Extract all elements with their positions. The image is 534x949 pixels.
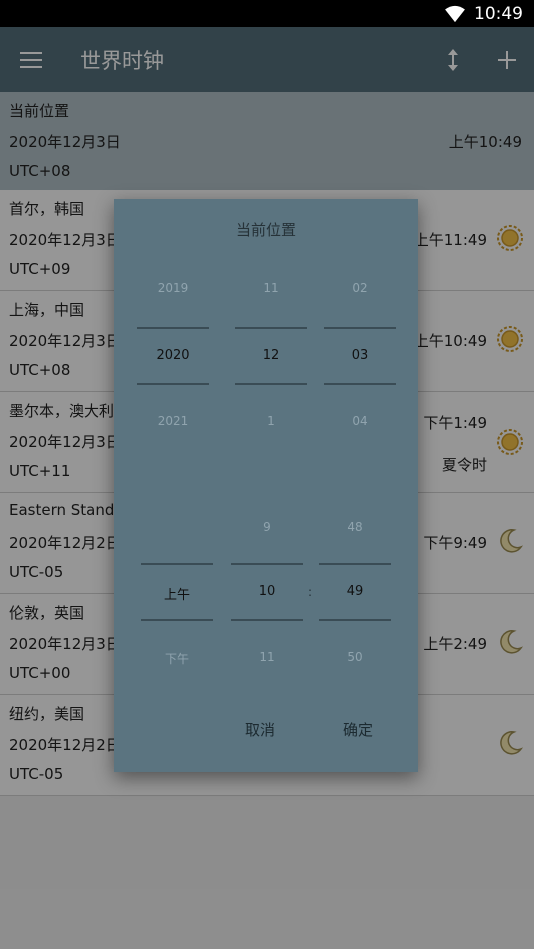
- ampm-selected: 上午: [163, 588, 190, 603]
- day-prev: 02: [352, 281, 368, 295]
- hour-next: 11: [259, 650, 275, 664]
- minute-selected: 49: [346, 584, 364, 599]
- date-time-picker-dialog: 当前位置 2019 2020 2021 11 12 1 02 03 04 上午 …: [114, 199, 418, 772]
- picker-divider: [231, 563, 303, 565]
- picker-divider: [137, 327, 209, 329]
- time-separator: :: [308, 585, 313, 599]
- year-prev: 2019: [157, 281, 189, 295]
- day-next: 04: [352, 414, 368, 428]
- picker-divider: [137, 383, 209, 385]
- dialog-scrim[interactable]: [0, 27, 534, 92]
- month-next: 1: [267, 414, 275, 428]
- picker-divider: [319, 619, 391, 621]
- picker-divider: [141, 619, 213, 621]
- hour-picker[interactable]: 9 10 11: [231, 517, 303, 664]
- picker-divider: [319, 563, 391, 565]
- year-next: 2021: [157, 414, 189, 428]
- month-prev: 11: [263, 281, 279, 295]
- day-selected: 03: [351, 348, 369, 363]
- ampm-next: 下午: [164, 652, 189, 666]
- picker-divider: [231, 619, 303, 621]
- picker-divider: [235, 327, 307, 329]
- ampm-picker[interactable]: 上午 下午: [141, 517, 213, 666]
- month-selected: 12: [262, 348, 280, 363]
- month-picker[interactable]: 11 12 1: [235, 281, 307, 428]
- status-bar: 10:49: [0, 0, 534, 27]
- status-time: 10:49: [474, 3, 523, 24]
- minute-picker[interactable]: 48 49 50: [319, 517, 391, 664]
- confirm-button[interactable]: 确定: [343, 719, 373, 740]
- minute-next: 50: [347, 650, 363, 664]
- hour-selected: 10: [258, 584, 276, 599]
- picker-divider: [324, 327, 396, 329]
- picker-divider: [141, 563, 213, 565]
- picker-divider: [324, 383, 396, 385]
- hour-prev: 9: [263, 520, 271, 534]
- year-picker[interactable]: 2019 2020 2021: [137, 281, 209, 428]
- day-picker[interactable]: 02 03 04: [324, 281, 396, 428]
- wifi-icon: [445, 5, 465, 22]
- minute-prev: 48: [347, 520, 363, 534]
- cancel-button[interactable]: 取消: [245, 719, 275, 740]
- picker-divider: [235, 383, 307, 385]
- year-selected: 2020: [156, 348, 190, 363]
- dialog-title: 当前位置: [235, 221, 296, 239]
